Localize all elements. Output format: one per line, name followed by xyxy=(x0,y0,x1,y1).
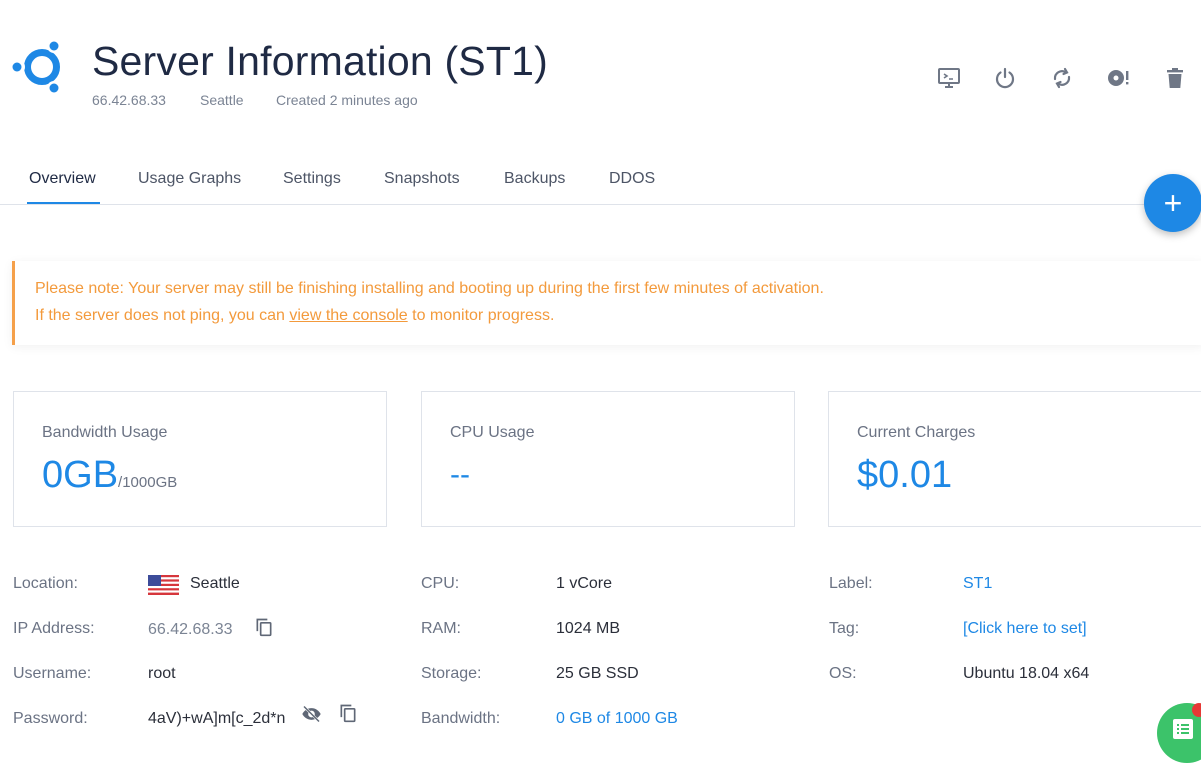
chat-list-icon xyxy=(1173,719,1193,739)
add-button[interactable]: + xyxy=(1144,174,1201,232)
ram-value: 1024 MB xyxy=(556,620,621,637)
cpu-usage-card: CPU Usage -- xyxy=(421,391,795,527)
copy-password-icon[interactable] xyxy=(338,703,358,723)
current-charges-label: Current Charges xyxy=(857,424,976,441)
tab-overview[interactable]: Overview xyxy=(29,170,96,188)
password-label: Password: xyxy=(13,710,88,727)
username-value: root xyxy=(148,665,176,682)
tab-usage-graphs[interactable]: Usage Graphs xyxy=(138,170,241,188)
server-location: Seattle xyxy=(200,92,244,108)
location-value: Seattle xyxy=(190,575,240,592)
hide-password-icon[interactable] xyxy=(301,704,322,724)
tab-ddos[interactable]: DDOS xyxy=(609,170,655,188)
chat-notification-badge xyxy=(1192,703,1201,717)
console-icon xyxy=(938,68,960,88)
tab-settings[interactable]: Settings xyxy=(283,170,341,188)
trash-icon xyxy=(1167,68,1183,88)
cpu-value: 1 vCore xyxy=(556,575,613,592)
notice-line-2-suffix: to monitor progress. xyxy=(407,307,555,324)
password-value: 4aV)+wA]m[c_2d*n xyxy=(148,710,286,727)
tab-bar: Overview Usage Graphs Settings Snapshots… xyxy=(0,158,1201,205)
bandwidth-value-link[interactable]: 0 GB of 1000 GB xyxy=(556,710,678,728)
bandwidth-used: 0GB xyxy=(42,454,119,496)
delete-button[interactable] xyxy=(1161,64,1189,92)
notice-line-2: If the server does not ping, you can vie… xyxy=(35,307,554,325)
storage-label: Storage: xyxy=(421,665,482,682)
page-title: Server Information (ST1) xyxy=(92,38,548,84)
bandwidth-usage-value: 0GB/1000GB xyxy=(42,454,177,497)
notice-line-1: Please note: Your server may still be fi… xyxy=(35,280,824,297)
restart-icon xyxy=(1053,67,1071,89)
bandwidth-label: Bandwidth: xyxy=(421,710,501,727)
bandwidth-usage-label: Bandwidth Usage xyxy=(42,424,168,441)
storage-value: 25 GB SSD xyxy=(556,665,639,682)
tab-backups[interactable]: Backups xyxy=(504,170,565,188)
current-charges-value: $0.01 xyxy=(857,454,953,496)
os-value: Ubuntu 18.04 x64 xyxy=(963,665,1090,682)
current-charges-card: Current Charges $0.01 xyxy=(828,391,1201,527)
activation-notice: Please note: Your server may still be fi… xyxy=(12,261,1201,345)
cpu-usage-label: CPU Usage xyxy=(450,424,535,441)
location-label: Location: xyxy=(13,575,78,592)
ip-address-label: IP Address: xyxy=(13,620,95,637)
tag-label: Tag: xyxy=(829,620,860,637)
ram-label: RAM: xyxy=(421,620,461,637)
label-label: Label: xyxy=(829,575,873,592)
set-tag-link[interactable]: [Click here to set] xyxy=(963,620,1087,638)
power-icon xyxy=(995,67,1015,89)
server-label-link[interactable]: ST1 xyxy=(963,575,992,593)
os-label: OS: xyxy=(829,665,857,682)
cpu-usage-value: -- xyxy=(450,458,470,491)
server-created: Created 2 minutes ago xyxy=(276,92,418,108)
active-tab-indicator xyxy=(27,202,100,204)
cpu-label: CPU: xyxy=(421,575,460,592)
us-flag-icon xyxy=(148,575,179,595)
iso-button[interactable] xyxy=(1104,64,1132,92)
bandwidth-total: /1000GB xyxy=(118,474,178,491)
iso-icon xyxy=(1108,70,1129,86)
bandwidth-usage-card: Bandwidth Usage 0GB/1000GB xyxy=(13,391,387,527)
username-label: Username: xyxy=(13,665,92,682)
copy-ip-icon[interactable] xyxy=(254,617,274,637)
notice-line-2-prefix: If the server does not ping, you can xyxy=(35,307,290,324)
server-ip: 66.42.68.33 xyxy=(92,92,166,108)
power-button[interactable] xyxy=(991,64,1019,92)
ip-address-value: 66.42.68.33 xyxy=(148,621,233,638)
restart-button[interactable] xyxy=(1048,64,1076,92)
tab-snapshots[interactable]: Snapshots xyxy=(384,170,460,188)
console-button[interactable] xyxy=(935,64,963,92)
ubuntu-logo-icon xyxy=(12,39,61,95)
view-console-link[interactable]: view the console xyxy=(289,307,407,324)
